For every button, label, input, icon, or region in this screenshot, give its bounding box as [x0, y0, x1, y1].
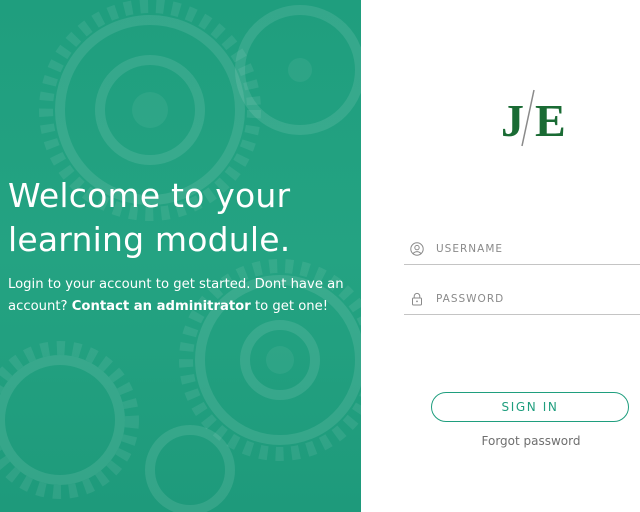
welcome-heading: Welcome to your learning module. [8, 176, 291, 259]
brand-logo: J E [501, 89, 566, 147]
lock-icon [412, 292, 422, 306]
svg-text:J: J [501, 95, 524, 146]
welcome-text-after: to get one! [250, 299, 329, 314]
password-input[interactable] [436, 290, 636, 308]
username-input[interactable] [436, 240, 636, 258]
svg-text:E: E [535, 95, 566, 146]
password-field [404, 284, 640, 315]
welcome-description: Login to your account to get started. Do… [8, 274, 358, 318]
sign-in-button[interactable]: SIGN IN [431, 392, 629, 422]
forgot-password-link[interactable]: Forgot password [431, 434, 631, 448]
username-field [404, 234, 640, 265]
contact-admin-link[interactable]: Contact an adminitrator [72, 299, 251, 314]
welcome-panel: Welcome to your learning module. Login t… [0, 0, 361, 512]
user-icon [410, 242, 424, 256]
